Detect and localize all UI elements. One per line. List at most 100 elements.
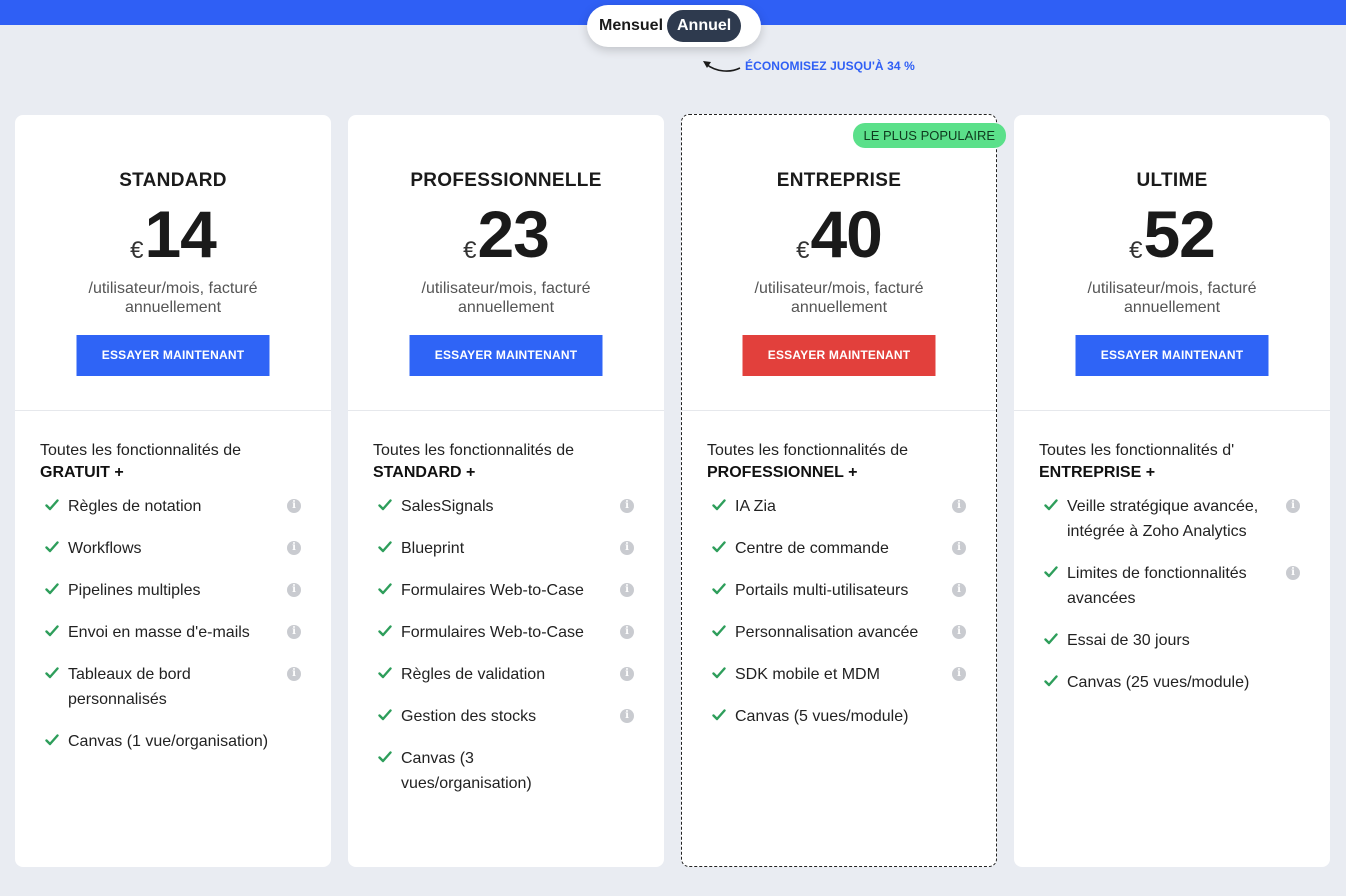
feature-intro-text: Toutes les fonctionnalités de [373,442,575,459]
plan-price: € 40 [682,199,996,267]
feature-label: Workflows [68,540,142,557]
checkmark-icon [712,667,726,679]
plan-name: STANDARD [119,170,227,191]
feature-list: SalesSignals i Blueprint i Formulaires Web-t… [373,494,638,796]
price-note: /utilisateur/mois, facturé annuellement [754,280,924,316]
checkmark-icon [1044,633,1058,645]
feature-section: Toutes les fonctionnalités de STANDARD +… [348,411,664,796]
info-icon[interactable]: i [952,667,966,681]
checkmark-icon [45,499,59,511]
price-note: /utilisateur/mois, facturé annuellement [1087,280,1257,316]
feature-label: Règles de validation [401,666,546,683]
info-icon[interactable]: i [952,499,966,513]
plan-card-entreprise: LE PLUS POPULAIRE ENTREPRISE € 40 /utili… [681,114,1006,867]
checkmark-icon [1044,566,1058,578]
checkmark-icon [45,667,59,679]
checkmark-icon [378,583,392,595]
currency-symbol: € [1129,237,1143,264]
checkmark-icon [45,583,59,595]
info-icon[interactable]: i [287,625,301,639]
feature-label: Canvas (25 vues/module) [1067,674,1250,691]
info-icon[interactable]: i [620,709,634,723]
feature-label: Pipelines multiples [68,582,201,599]
info-icon[interactable]: i [1286,566,1300,580]
info-icon[interactable]: i [952,625,966,639]
checkmark-icon [378,709,392,721]
info-icon[interactable]: i [620,583,634,597]
feature-intro-plan: GRATUIT + [40,464,124,481]
checkmark-icon [378,499,392,511]
feature-item: Workflows i [40,536,305,561]
plan-card-professionnelle: PROFESSIONNELLE € 23 /utilisateur/mois, … [348,115,664,867]
plan-name: ULTIME [1136,170,1208,191]
feature-item: Envoi en masse d'e-mails i [40,620,305,645]
feature-label: SalesSignals [401,498,494,515]
checkmark-icon [378,625,392,637]
feature-item: Formulaires Web-to-Case i [373,578,638,603]
toggle-annual-option[interactable]: Annuel [667,10,742,42]
feature-label: Personnalisation avancée [735,624,919,641]
checkmark-icon [378,541,392,553]
try-now-button[interactable]: ESSAYER MAINTENANT [76,335,270,376]
feature-section: Toutes les fonctionnalités de PROFESSION… [682,411,996,729]
feature-item: Veille stratégique avancée, intégrée à Z… [1039,494,1304,544]
feature-label: Centre de commande [735,540,889,557]
info-icon[interactable]: i [952,583,966,597]
billing-period-toggle[interactable]: Mensuel Annuel [587,5,761,47]
feature-section: Toutes les fonctionnalités d' ENTREPRISE… [1014,411,1330,695]
info-icon[interactable]: i [287,541,301,555]
currency-symbol: € [796,237,810,264]
info-icon[interactable]: i [287,583,301,597]
feature-label: Canvas (5 vues/module) [735,708,909,725]
info-icon[interactable]: i [620,541,634,555]
feature-item: Canvas (1 vue/organisation) [40,729,305,754]
feature-intro-text: Toutes les fonctionnalités de [707,442,909,459]
plan-name: PROFESSIONNELLE [410,170,602,191]
currency-symbol: € [130,237,144,264]
toggle-monthly-option[interactable]: Mensuel [599,10,665,42]
info-icon[interactable]: i [620,667,634,681]
feature-label: Formulaires Web-to-Case [401,624,584,641]
checkmark-icon [1044,499,1058,511]
feature-label: Blueprint [401,540,465,557]
checkmark-icon [45,541,59,553]
feature-label: Tableaux de bord personnalisés [68,666,191,708]
feature-item: Règles de notation i [40,494,305,519]
feature-label: Limites de fonctionnalités avancées [1067,565,1247,607]
info-icon[interactable]: i [287,499,301,513]
feature-label: Essai de 30 jours [1067,632,1190,649]
plan-card-standard: STANDARD € 14 /utilisateur/mois, facturé… [15,115,331,867]
feature-intro: Toutes les fonctionnalités de GRATUIT + [40,440,305,484]
feature-item: Blueprint i [373,536,638,561]
info-icon[interactable]: i [1286,499,1300,513]
try-now-button[interactable]: ESSAYER MAINTENANT [742,335,936,376]
feature-label: SDK mobile et MDM [735,666,880,683]
price-note: /utilisateur/mois, facturé annuellement [88,280,258,316]
checkmark-icon [712,625,726,637]
feature-item: Limites de fonctionnalités avancées i [1039,561,1304,611]
info-icon[interactable]: i [952,541,966,555]
price-amount: 52 [1143,197,1215,271]
feature-item: Canvas (5 vues/module) [707,704,970,729]
feature-intro-text: Toutes les fonctionnalités d' [1039,442,1235,459]
currency-symbol: € [463,237,477,264]
feature-label: Portails multi-utilisateurs [735,582,909,599]
feature-list: Veille stratégique avancée, intégrée à Z… [1039,494,1304,695]
savings-text: ÉCONOMISEZ JUSQU'À 34 % [745,59,915,73]
feature-item: SDK mobile et MDM i [707,662,970,687]
info-icon[interactable]: i [287,667,301,681]
price-amount: 14 [144,197,216,271]
feature-list: IA Zia i Centre de commande i Portails multi… [707,494,970,729]
feature-label: IA Zia [735,498,776,515]
feature-item: SalesSignals i [373,494,638,519]
feature-item: Règles de validation i [373,662,638,687]
info-icon[interactable]: i [620,499,634,513]
feature-intro-plan: PROFESSIONNEL + [707,464,858,481]
try-now-button[interactable]: ESSAYER MAINTENANT [409,335,603,376]
feature-intro-text: Toutes les fonctionnalités de [40,442,242,459]
feature-intro-plan: ENTREPRISE + [1039,464,1156,481]
info-icon[interactable]: i [620,625,634,639]
price-amount: 40 [810,197,882,271]
try-now-button[interactable]: ESSAYER MAINTENANT [1075,335,1269,376]
feature-item: Personnalisation avancée i [707,620,970,645]
